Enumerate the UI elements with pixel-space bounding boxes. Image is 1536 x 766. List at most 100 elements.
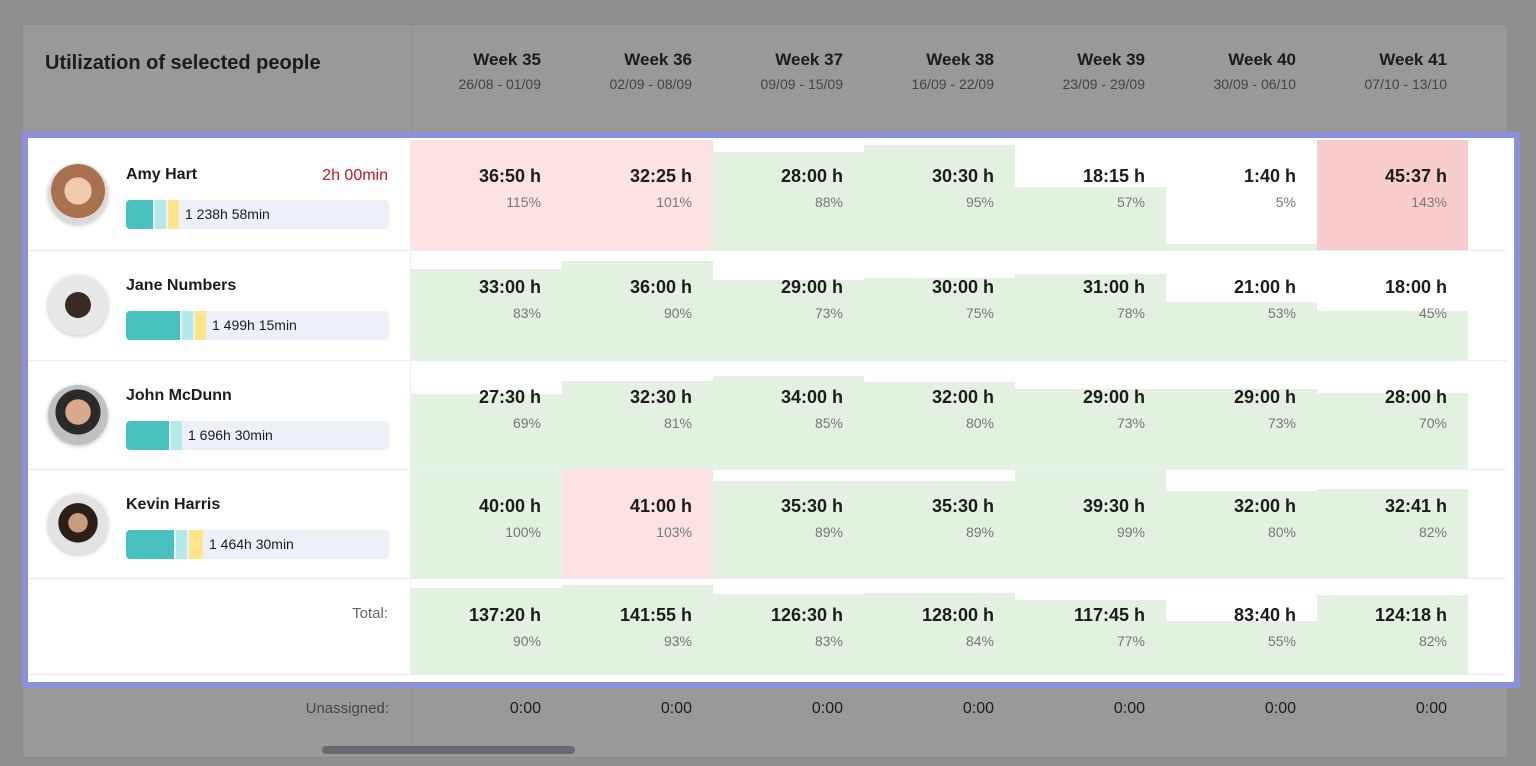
utilization-cell[interactable]: 27:30 h 69% [411, 361, 562, 469]
utilization-cell[interactable]: 28:00 h 70% [1317, 361, 1468, 469]
hours-value: 30:00 h [931, 277, 994, 297]
percent-value: 73% [814, 305, 843, 321]
bar-segment-teal [126, 200, 153, 229]
utilization-cell[interactable]: 117:45 h 77% [1015, 579, 1166, 674]
total-hours-bar: 1 238h 58min [126, 200, 389, 229]
utilization-cell[interactable]: 36:00 h 90% [562, 251, 713, 360]
utilization-cell[interactable]: 29:00 h 73% [713, 251, 864, 360]
utilization-cell[interactable]: 35:30 h 89% [713, 470, 864, 578]
utilization-cell[interactable]: 45:37 h 143% [1317, 140, 1468, 250]
hours-value: 28:00 h [780, 166, 843, 186]
utilization-cell[interactable]: 124:18 h 82% [1317, 579, 1468, 674]
utilization-cell[interactable]: 29:00 h 73% [1166, 361, 1317, 469]
utilization-cell[interactable]: 34:00 h 85% [713, 361, 864, 469]
hours-value: 39:30 h [1082, 496, 1145, 516]
percent-value: 103% [656, 524, 692, 540]
person-info[interactable]: Jane Numbers 1 499h 15min [28, 251, 411, 360]
unassigned-value: 0:00 [1264, 700, 1296, 717]
person-row: Kevin Harris 1 464h 30min 40:00 h 100% 4… [28, 470, 1507, 579]
hours-value: 141:55 h [619, 605, 692, 625]
utilization-cell[interactable]: 32:41 h 82% [1317, 470, 1468, 578]
utilization-cell[interactable]: 32:30 h 81% [562, 361, 713, 469]
hours-value: 32:00 h [1233, 496, 1296, 516]
utilization-cell[interactable]: 32:25 h 101% [562, 140, 713, 250]
utilization-cell-partial [1468, 579, 1511, 674]
percent-value: 115% [506, 194, 541, 210]
percent-value: 88% [814, 194, 843, 210]
utilization-cell[interactable]: 30:00 h 75% [864, 251, 1015, 360]
utilization-cell[interactable]: 32:00 h 80% [864, 361, 1015, 469]
horizontal-scrollbar[interactable] [322, 746, 575, 754]
utilization-cell[interactable]: 83:40 h 55% [1166, 579, 1317, 674]
utilization-cell[interactable]: 32:00 h 80% [1166, 470, 1317, 578]
utilization-cell[interactable]: 141:55 h 93% [562, 579, 713, 674]
hours-value: 18:00 h [1384, 277, 1447, 297]
utilization-cell[interactable]: 29:00 h 73% [1015, 361, 1166, 469]
person-name[interactable]: Jane Numbers [126, 277, 236, 295]
utilization-cell[interactable]: 126:30 h 83% [713, 579, 864, 674]
utilization-cell[interactable]: 30:30 h 95% [864, 140, 1015, 250]
bar-segment-teal [126, 530, 174, 559]
utilization-cell[interactable]: 28:00 h 88% [713, 140, 864, 250]
hours-value: 36:00 h [629, 277, 692, 297]
utilization-cell[interactable]: 18:15 h 57% [1015, 140, 1166, 250]
person-info[interactable]: Kevin Harris 1 464h 30min [28, 470, 411, 578]
person-row: John McDunn 1 696h 30min 27:30 h 69% 32:… [28, 361, 1507, 470]
week-header: Week 37 09/09 - 15/09 [713, 50, 864, 92]
person-name[interactable]: Kevin Harris [126, 496, 220, 514]
week-dates: 16/09 - 22/09 [911, 76, 994, 92]
percent-value: 82% [1418, 633, 1447, 649]
utilization-cell[interactable]: 31:00 h 78% [1015, 251, 1166, 360]
percent-value: 83% [512, 305, 541, 321]
bar-segment-light [155, 200, 166, 229]
hours-value: 32:30 h [629, 387, 692, 407]
week-dates: 23/09 - 29/09 [1062, 76, 1145, 92]
avatar [48, 385, 108, 445]
hours-value: 32:00 h [931, 387, 994, 407]
hours-value: 30:30 h [931, 166, 994, 186]
utilization-cell[interactable]: 36:50 h 115% [411, 140, 562, 250]
utilization-cell[interactable]: 18:00 h 45% [1317, 251, 1468, 360]
person-row: Amy Hart 2h 00min 1 238h 58min 36:50 h 1… [28, 140, 1507, 251]
total-hours: 1 464h 30min [209, 536, 294, 552]
week-dates: 07/10 - 13/10 [1364, 76, 1447, 92]
person-info[interactable]: John McDunn 1 696h 30min [28, 361, 411, 469]
utilization-cell[interactable]: 35:30 h 89% [864, 470, 1015, 578]
percent-value: 83% [814, 633, 843, 649]
utilization-cell[interactable]: 1:40 h 5% [1166, 140, 1317, 250]
unassigned-value: 0:00 [509, 700, 541, 717]
utilization-cell[interactable]: 40:00 h 100% [411, 470, 562, 578]
utilization-cell[interactable]: 21:00 h 53% [1166, 251, 1317, 360]
bar-segment-teal [126, 311, 180, 340]
percent-value: 81% [663, 415, 692, 431]
hours-value: 32:25 h [629, 166, 692, 186]
utilization-cell-partial [1468, 140, 1511, 250]
utilization-cell[interactable]: 41:00 h 103% [562, 470, 713, 578]
avatar [48, 275, 108, 335]
total-hours-bar: 1 696h 30min [126, 421, 389, 450]
utilization-cell-partial [1468, 470, 1511, 578]
person-name[interactable]: John McDunn [126, 387, 232, 405]
unassigned-label: Unassigned: [305, 700, 389, 717]
person-info[interactable]: Amy Hart 2h 00min 1 238h 58min [28, 140, 411, 250]
hours-value: 29:00 h [1233, 387, 1296, 407]
percent-value: 82% [1418, 524, 1447, 540]
person-name[interactable]: Amy Hart [126, 166, 197, 184]
percent-value: 90% [663, 305, 692, 321]
percent-value: 99% [1116, 524, 1145, 540]
utilization-cell[interactable]: 128:00 h 84% [864, 579, 1015, 674]
hours-value: 124:18 h [1374, 605, 1447, 625]
hours-value: 29:00 h [780, 277, 843, 297]
bar-segment-yellow [195, 311, 206, 340]
percent-value: 100% [505, 524, 541, 540]
utilization-cell[interactable]: 39:30 h 99% [1015, 470, 1166, 578]
percent-value: 80% [965, 415, 994, 431]
utilization-cell[interactable]: 137:20 h 90% [411, 579, 562, 674]
week-header: Week 38 16/09 - 22/09 [864, 50, 1015, 92]
total-label-cell: Total: [28, 579, 411, 674]
utilization-cell[interactable]: 33:00 h 83% [411, 251, 562, 360]
bar-segment-teal [126, 421, 169, 450]
total-hours: 1 499h 15min [212, 317, 297, 333]
hours-value: 33:00 h [478, 277, 541, 297]
percent-value: 101% [656, 194, 692, 210]
